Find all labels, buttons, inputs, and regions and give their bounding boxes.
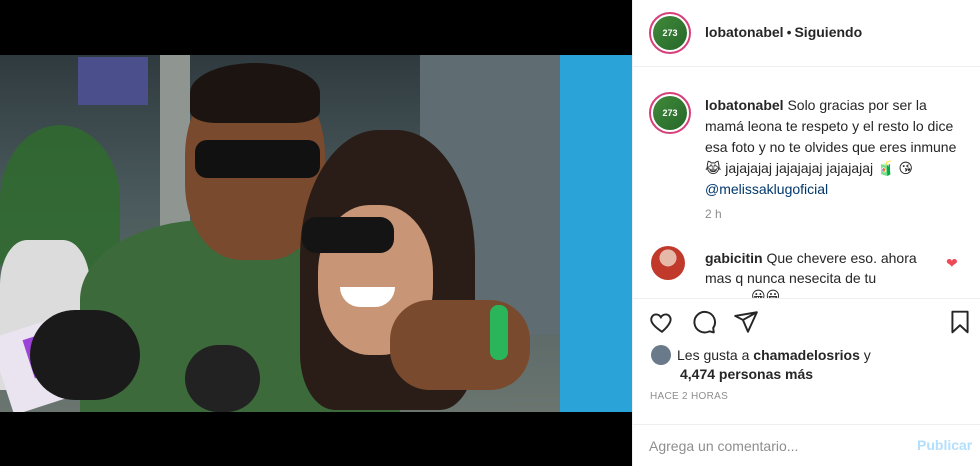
avatar-image: 273 (653, 96, 687, 130)
share-button[interactable] (733, 309, 761, 337)
heart-icon (650, 313, 672, 333)
photo-woman-sunglasses (302, 217, 394, 253)
comments-list[interactable]: 273 lobatonabel Solo gracias por ser la … (633, 68, 980, 298)
liker-username[interactable]: chamadelosrios (753, 347, 860, 363)
likes-prefix: Les gusta a (677, 347, 754, 363)
action-bar (633, 298, 980, 346)
caption-mention-link[interactable]: @melissaklugoficial (705, 181, 828, 197)
post-photo[interactable] (0, 55, 632, 412)
comment-button[interactable] (691, 309, 719, 337)
likes-line-1: Les gusta a chamadelosrios y (651, 345, 971, 365)
commenter-avatar[interactable] (651, 246, 685, 280)
share-icon (734, 311, 758, 333)
comment-overflow-emoji: 😀😀 (751, 288, 781, 298)
caption-username[interactable]: lobatonabel (705, 97, 784, 113)
comment-username[interactable]: gabicitin (705, 250, 763, 266)
comment-icon (693, 310, 716, 334)
heart-small-icon[interactable]: ❤ (946, 256, 960, 270)
add-comment-section: Publicar (633, 424, 980, 466)
likes-count[interactable]: 4,474 personas más (680, 366, 813, 382)
photo-microphone-2 (185, 345, 260, 412)
bookmark-icon (951, 310, 969, 334)
photo-blue-wall (560, 55, 632, 412)
avatar-image: 273 (653, 16, 687, 50)
post-header: 273 lobatonabel • Siguiendo (633, 0, 980, 67)
photo-microphone (30, 310, 140, 400)
like-button[interactable] (649, 309, 677, 337)
author-username[interactable]: lobatonabel (705, 24, 784, 40)
post-media (0, 0, 632, 466)
caption-time[interactable]: 2 h (705, 207, 722, 221)
publish-button[interactable]: Publicar (917, 437, 972, 453)
follow-button[interactable]: Siguiendo (794, 24, 862, 40)
photo-man-sunglasses (195, 140, 320, 178)
header-separator: • (786, 24, 792, 40)
liker-avatar[interactable] (651, 345, 671, 365)
likes-line-2: 4,474 personas más (651, 365, 971, 384)
photo-bracelet (490, 305, 508, 360)
likes-mid: y (859, 347, 871, 363)
photo-man-hair (190, 63, 320, 123)
post-side-panel: 273 lobatonabel • Siguiendo 273 lobatonabe… (632, 0, 980, 466)
photo-sign (78, 57, 148, 105)
post-timestamp[interactable]: HACE 2 HORAS (650, 391, 728, 402)
comment-item: gabicitin Que chevere eso. ahora mas q n… (705, 248, 945, 288)
caption: lobatonabel Solo gracias por ser la mamá… (705, 95, 969, 200)
header-text: lobatonabel • Siguiendo (705, 24, 862, 40)
author-avatar[interactable]: 273 (649, 12, 691, 54)
likes-summary: Les gusta a chamadelosrios y 4,474 perso… (651, 345, 971, 384)
save-button[interactable] (947, 309, 975, 337)
caption-avatar[interactable]: 273 (649, 92, 691, 134)
photo-arm (390, 300, 530, 390)
comment-input[interactable] (649, 435, 899, 457)
